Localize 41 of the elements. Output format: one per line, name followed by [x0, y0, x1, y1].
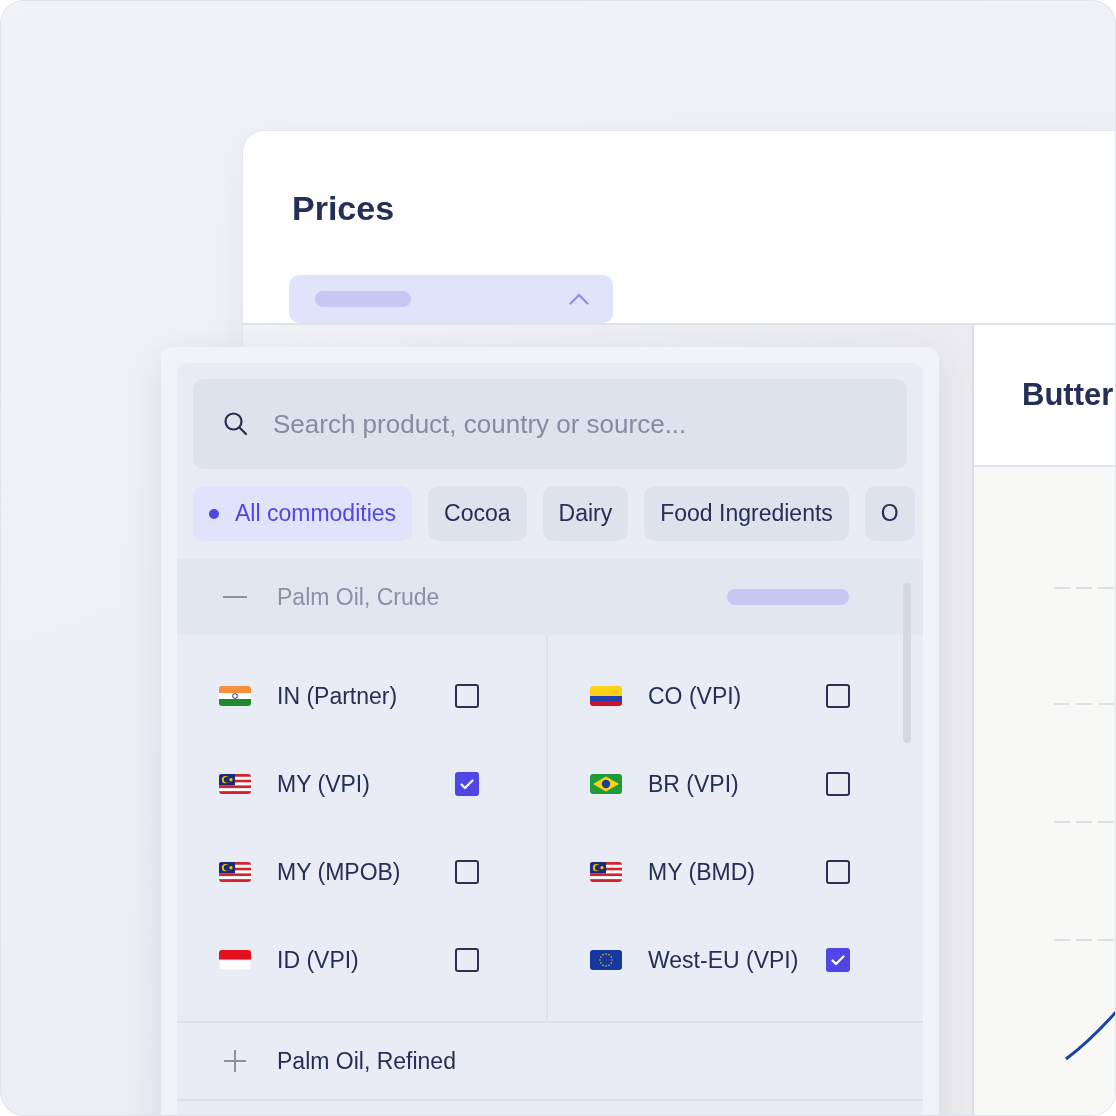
search-icon [223, 411, 249, 437]
source-label: BR (VPI) [648, 770, 740, 798]
group-header[interactable]: Palm Oil, Refined [177, 1021, 923, 1101]
search-input[interactable]: Search product, country or source... [271, 407, 875, 441]
flag-icon [219, 686, 251, 706]
category-chip[interactable]: All commodities [193, 486, 413, 541]
page-title: Prices [292, 189, 395, 227]
checkbox[interactable] [455, 772, 479, 796]
flag-icon [590, 862, 622, 882]
category-chip[interactable]: Food Ingredients [644, 486, 849, 541]
chart-line [1065, 1011, 1115, 1061]
source-label: MY (VPI) [277, 770, 371, 798]
source-label: CO (VPI) [648, 682, 743, 710]
checkbox[interactable] [826, 772, 850, 796]
column-header: Butter [1022, 377, 1114, 413]
flag-icon [590, 950, 622, 970]
source-label: MY (BMD) [648, 858, 756, 886]
checkbox[interactable] [826, 860, 850, 884]
source-label: MY (MPOB) [277, 858, 402, 886]
flag-icon [590, 774, 622, 794]
checkbox[interactable] [826, 948, 850, 972]
flag-icon [219, 774, 251, 794]
chevron-up-icon [569, 293, 589, 305]
check-icon [831, 954, 845, 966]
search-bar[interactable]: Search product, country or source... [193, 379, 907, 469]
checkbox[interactable] [455, 860, 479, 884]
source-label: ID (VPI) [277, 946, 360, 974]
checkbox[interactable] [455, 684, 479, 708]
check-icon [460, 778, 474, 790]
expand-icon [223, 1049, 247, 1073]
category-chip[interactable]: Cocoa [428, 486, 527, 541]
flag-icon [219, 950, 251, 970]
source-label: IN (Partner) [277, 682, 399, 710]
source-label: West-EU (VPI) [648, 946, 800, 974]
dot-icon [209, 508, 219, 519]
category-chip[interactable]: Dairy [542, 486, 629, 541]
checkbox[interactable] [455, 948, 479, 972]
flag-icon [219, 862, 251, 882]
flag-icon [590, 686, 622, 706]
category-chip[interactable]: O [864, 486, 915, 541]
checkbox[interactable] [826, 684, 850, 708]
